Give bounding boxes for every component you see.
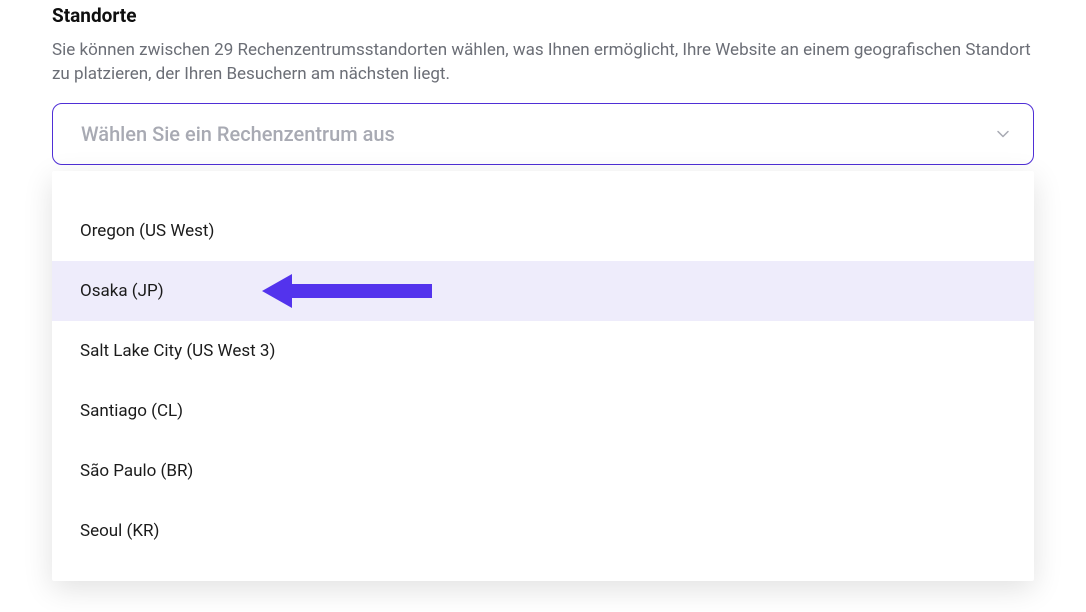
option-label: Osaka (JP) [80,281,164,301]
option-label: Seoul (KR) [80,521,159,541]
dropdown-option[interactable]: Santiago (CL) [52,381,1034,441]
chevron-down-icon [995,126,1011,142]
option-label: São Paulo (BR) [80,461,193,481]
dropdown-option[interactable]: Osaka (JP) [52,261,1034,321]
datacenter-select[interactable]: Wählen Sie ein Rechenzentrum aus [52,103,1034,165]
dropdown-list: Oregon (US West) Osaka (JP) Salt Lake City… [52,171,1034,581]
option-label: Salt Lake City (US West 3) [80,341,275,361]
dropdown-option[interactable] [52,171,1034,201]
section-title: Standorte [52,0,1034,27]
select-placeholder: Wählen Sie ein Rechenzentrum aus [81,122,395,146]
dropdown-option[interactable]: Seoul (KR) [52,501,1034,561]
option-label: Santiago (CL) [80,401,183,421]
section-description: Sie können zwischen 29 Rechenzentrumssta… [52,39,1034,87]
dropdown-option[interactable]: Salt Lake City (US West 3) [52,321,1034,381]
pointer-arrow-icon [262,274,432,308]
dropdown-option[interactable]: São Paulo (BR) [52,441,1034,501]
option-label: Oregon (US West) [80,221,214,241]
dropdown-option[interactable] [52,561,1034,581]
dropdown-option[interactable]: Oregon (US West) [52,201,1034,261]
